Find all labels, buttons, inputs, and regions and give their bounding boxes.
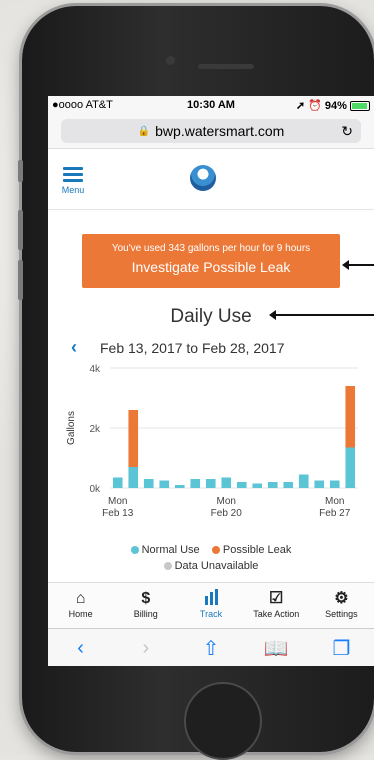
tab-settings[interactable]: ⚙ Settings bbox=[309, 583, 374, 629]
y-axis-label: Gallons bbox=[66, 411, 77, 445]
tab-track[interactable]: Track bbox=[178, 583, 243, 629]
address-bar: 🔒 bwp.watersmart.com ↻ bbox=[48, 114, 374, 149]
date-range: ‹ Feb 13, 2017 to Feb 28, 2017 bbox=[48, 337, 374, 358]
date-range-text: Feb 13, 2017 to Feb 28, 2017 bbox=[100, 339, 285, 356]
daily-use-chart: 0k2k4kGallonsMonFeb 13MonFeb 20MonFeb 27 bbox=[66, 364, 358, 519]
battery-icon bbox=[350, 100, 370, 111]
hamburger-icon bbox=[63, 166, 83, 182]
url-field[interactable]: 🔒 bwp.watersmart.com ↻ bbox=[61, 119, 361, 143]
camera bbox=[166, 56, 175, 65]
y-tick-label: 0k bbox=[89, 484, 101, 495]
bar-possible-leak bbox=[128, 410, 139, 467]
x-tick-label: Feb 20 bbox=[211, 508, 243, 519]
bar-normal-use bbox=[298, 474, 309, 488]
chart-legend: Normal Use Possible Leak Data Unavailabl… bbox=[48, 542, 374, 574]
utility-logo[interactable] bbox=[180, 156, 226, 202]
tab-bar: ⌂ Home $ Billing Track ☑ Take Action ⚙ Setti… bbox=[48, 582, 374, 629]
mute-switch[interactable] bbox=[18, 160, 23, 182]
y-tick-label: 2k bbox=[89, 424, 101, 435]
menu-label: Menu bbox=[61, 184, 85, 195]
dollar-icon: $ bbox=[141, 590, 151, 607]
tab-home[interactable]: ⌂ Home bbox=[48, 583, 113, 629]
x-tick-label: Feb 27 bbox=[319, 508, 351, 519]
tab-billing[interactable]: $ Billing bbox=[113, 583, 178, 629]
bar-normal-use bbox=[314, 480, 325, 488]
tab-take-action[interactable]: ☑ Take Action bbox=[244, 583, 309, 629]
bar-normal-use bbox=[252, 483, 263, 488]
bar-normal-use bbox=[205, 479, 216, 488]
legend-possible-leak: Possible Leak bbox=[211, 544, 291, 556]
volume-up-button[interactable] bbox=[18, 210, 23, 250]
back-icon[interactable]: ‹ bbox=[48, 637, 113, 660]
bar-normal-use bbox=[112, 477, 123, 488]
app-header: Menu bbox=[48, 149, 374, 210]
chart-title: Daily Use bbox=[170, 306, 252, 327]
bookmarks-icon[interactable]: 📖 bbox=[244, 636, 309, 661]
y-tick-label: 4k bbox=[89, 364, 101, 375]
annotation-arrow-alert bbox=[342, 260, 374, 270]
bar-chart-icon bbox=[178, 589, 243, 609]
checkbox-icon: ☑ bbox=[269, 590, 284, 607]
x-tick-label: Mon bbox=[108, 496, 127, 507]
x-tick-label: Feb 13 bbox=[102, 508, 134, 519]
bar-possible-leak bbox=[345, 386, 356, 448]
bar-normal-use bbox=[267, 482, 278, 488]
reload-icon[interactable]: ↻ bbox=[341, 123, 353, 140]
carrier: ●oooo AT&T bbox=[52, 99, 113, 111]
bar-normal-use bbox=[190, 479, 201, 488]
annotation-arrow-title bbox=[269, 310, 374, 320]
status-bar: ●oooo AT&T 10:30 AM ➚ ⏰ 94% bbox=[48, 96, 374, 114]
x-tick-label: Mon bbox=[325, 496, 344, 507]
share-icon[interactable]: ⇧ bbox=[178, 636, 243, 661]
tabs-icon[interactable]: ❐ bbox=[309, 636, 374, 661]
home-button[interactable] bbox=[184, 682, 262, 760]
battery-status: ➚ ⏰ 94% bbox=[264, 99, 370, 112]
gear-icon: ⚙ bbox=[334, 590, 349, 607]
bar-normal-use bbox=[283, 482, 294, 488]
x-tick-label: Mon bbox=[217, 496, 236, 507]
home-icon: ⌂ bbox=[75, 590, 86, 607]
volume-down-button[interactable] bbox=[18, 260, 23, 300]
screen: ●oooo AT&T 10:30 AM ➚ ⏰ 94% 🔒 bwp.waters… bbox=[48, 96, 374, 666]
lock-icon: 🔒 bbox=[137, 125, 151, 137]
url-text: bwp.watersmart.com bbox=[155, 123, 285, 139]
legend-data-unavailable: Data Unavailable bbox=[48, 558, 374, 574]
menu-button[interactable]: Menu bbox=[48, 164, 98, 195]
forward-icon[interactable]: › bbox=[113, 637, 178, 660]
bar-normal-use bbox=[345, 447, 356, 488]
alert-message: You've used 343 gallons per hour for 9 h… bbox=[111, 243, 311, 254]
alert-action: Investigate Possible Leak bbox=[131, 259, 291, 275]
bar-normal-use bbox=[236, 482, 247, 488]
bar-normal-use bbox=[329, 480, 340, 488]
speaker bbox=[198, 64, 254, 69]
logo-emblem-icon bbox=[190, 165, 216, 191]
bar-normal-use bbox=[143, 479, 154, 488]
clock: 10:30 AM bbox=[187, 99, 235, 111]
bar-normal-use bbox=[174, 485, 185, 488]
legend-normal-use: Normal Use bbox=[130, 544, 200, 556]
bar-normal-use bbox=[159, 480, 170, 488]
safari-toolbar: ‹ › ⇧ 📖 ❐ bbox=[48, 628, 374, 666]
bar-normal-use bbox=[221, 477, 232, 488]
leak-alert-button[interactable]: You've used 343 gallons per hour for 9 h… bbox=[82, 234, 340, 288]
previous-period-icon[interactable]: ‹ bbox=[48, 337, 100, 358]
bar-normal-use bbox=[128, 467, 139, 488]
